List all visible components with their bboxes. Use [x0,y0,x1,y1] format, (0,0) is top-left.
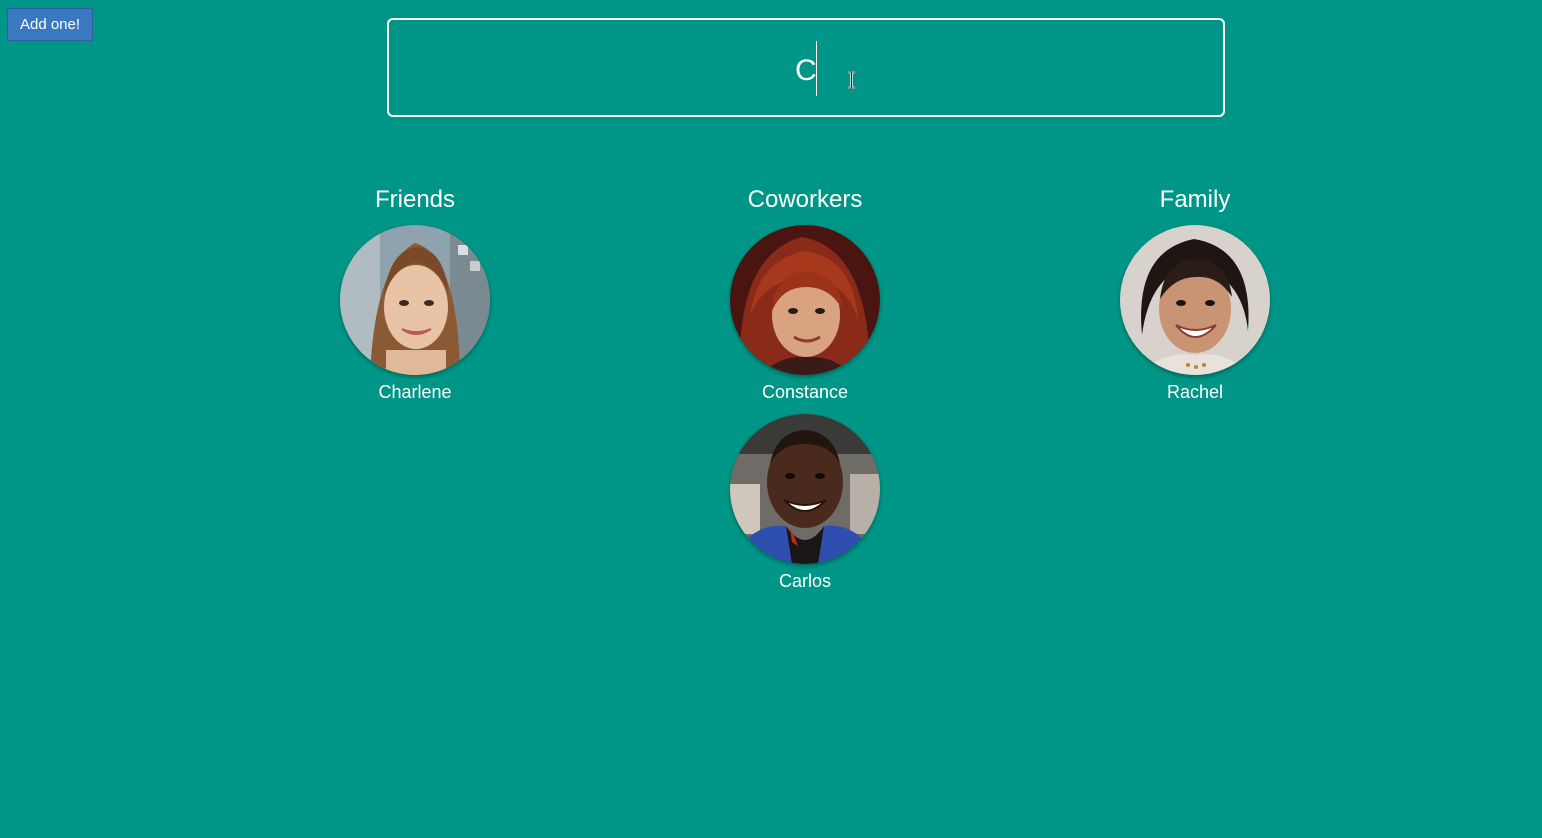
text-caret [816,41,817,96]
contact-name: Carlos [778,571,831,591]
group-title-friends: Friends [374,186,456,213]
contact-name: Charlene [378,382,452,402]
group-friends: Friends Charlene [295,180,535,409]
text-cursor-icon [848,71,855,89]
add-one-button[interactable]: Add one! [7,8,93,41]
group-title-coworkers: Coworkers [747,186,863,213]
avatar-photo [1120,225,1270,375]
group-coworkers: Coworkers Constance Carlos [685,180,925,598]
avatar-photo [730,225,880,375]
contact-card-constance[interactable]: Constance [685,220,925,409]
search-box[interactable] [387,18,1225,117]
contact-card-carlos[interactable]: Carlos [685,409,925,598]
group-title-family: Family [1159,186,1231,213]
contact-card-rachel[interactable]: Rachel [1075,220,1315,409]
avatar-photo [730,414,880,564]
contact-name: Rachel [1166,382,1224,402]
contact-card-charlene[interactable]: Charlene [295,220,535,409]
avatar-photo [340,225,490,375]
group-family: Family Rachel [1075,180,1315,409]
contact-name: Constance [761,382,849,402]
search-input[interactable] [389,20,1223,115]
